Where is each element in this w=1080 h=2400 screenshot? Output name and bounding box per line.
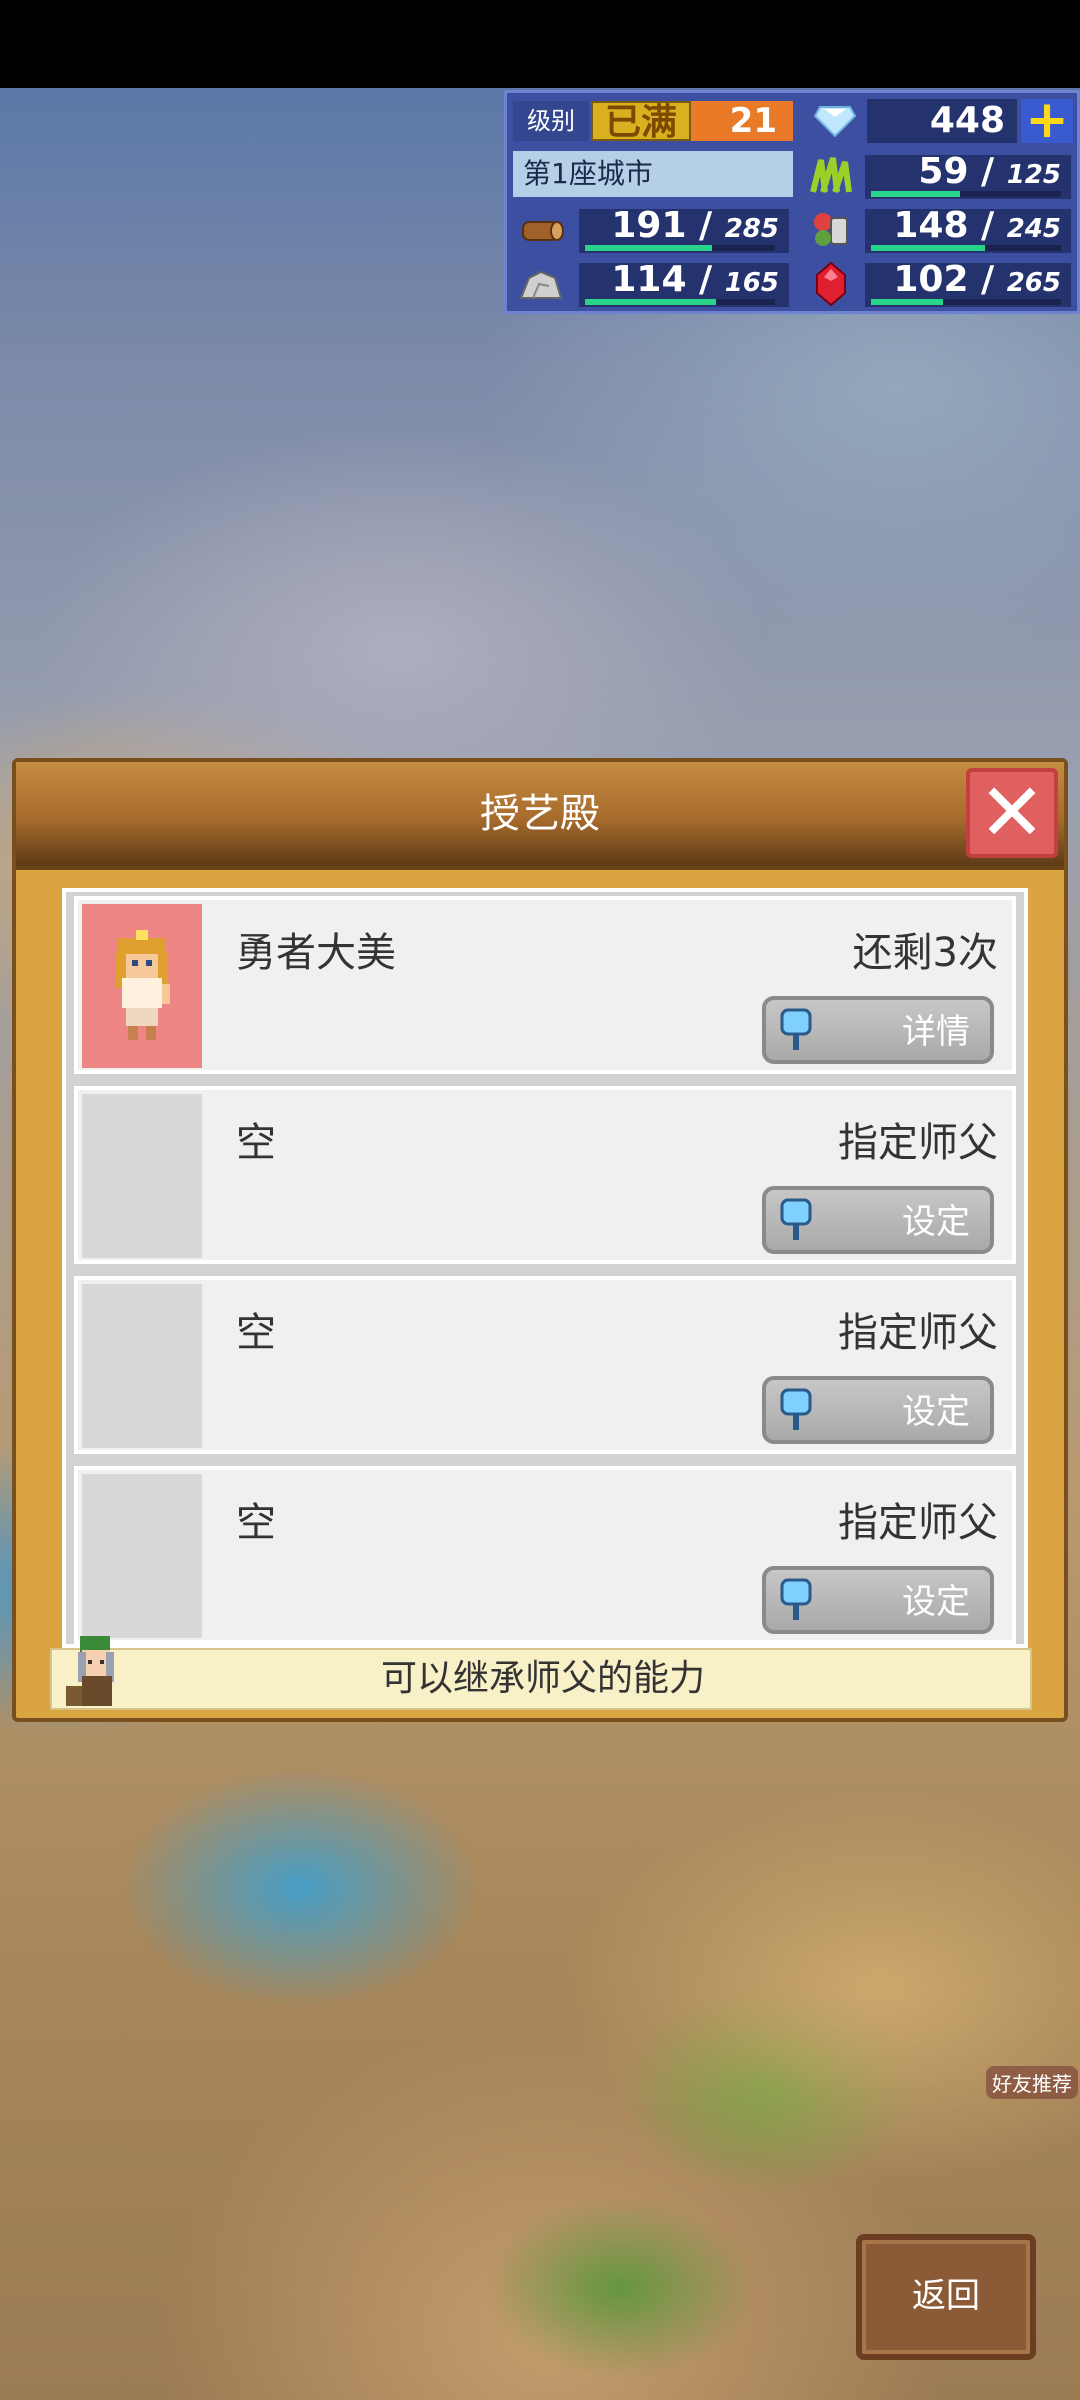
hint-text: 可以继承师父的能力	[380, 1658, 705, 1699]
grass-bar-fill	[871, 191, 960, 197]
slot-name: 空	[236, 1120, 276, 1166]
grass-max: 125	[1006, 160, 1061, 190]
mentor-slot-1[interactable]: 勇者大美 还剩3次 详情	[74, 896, 1016, 1074]
diamond-icon	[807, 99, 863, 143]
gem-count: 448	[867, 99, 1017, 143]
city-name: 第1座城市	[513, 151, 793, 197]
mentor-hall-dialog: 授艺殿 ✕ 勇者大美 还剩3次 详情 空 指定师父 设定 空 指定师父 设定 空…	[12, 758, 1068, 1722]
empty-portrait	[82, 1094, 202, 1258]
level-value: 21	[691, 101, 793, 141]
ruby-icon	[801, 259, 861, 309]
wood-max: 285	[724, 214, 779, 244]
grass-current: 59	[918, 151, 969, 192]
status-hud: 级别 已满 21 448 + 第1座城市 59 / 125 191 / 285 …	[504, 90, 1080, 314]
details-button-label: 详情	[902, 1012, 970, 1052]
set-mentor-button-label: 设定	[902, 1392, 970, 1432]
food-icon	[801, 205, 861, 255]
wood-current: 191	[611, 205, 687, 246]
resource-wood: 191 / 285	[511, 205, 795, 255]
mentor-slot-3[interactable]: 空 指定师父 设定	[74, 1276, 1016, 1454]
set-mentor-button[interactable]: 设定	[762, 1376, 994, 1444]
hint-bar: 可以继承师父的能力	[50, 1636, 1032, 1710]
wood-icon	[511, 205, 571, 255]
slot-name: 空	[236, 1310, 276, 1356]
mentor-slot-2[interactable]: 空 指定师父 设定	[74, 1086, 1016, 1264]
set-mentor-button-label: 设定	[902, 1202, 970, 1242]
resource-stone: 114 / 165	[511, 259, 795, 309]
friend-recommend-tab[interactable]: 好友推荐	[986, 2066, 1078, 2099]
stone-current: 114	[611, 259, 687, 300]
level-label: 级别	[513, 101, 589, 141]
ruby-bar-fill	[871, 299, 943, 305]
slot-name: 勇者大美	[236, 930, 396, 976]
details-button[interactable]: 详情	[762, 996, 994, 1064]
stone-bar-fill	[585, 299, 716, 305]
resource-grass: 59 / 125	[801, 151, 1077, 201]
mentor-slot-4[interactable]: 空 指定师父 设定	[74, 1466, 1016, 1644]
set-mentor-button[interactable]: 设定	[762, 1186, 994, 1254]
set-mentor-button[interactable]: 设定	[762, 1566, 994, 1634]
pin-icon	[780, 1578, 812, 1620]
mentor-slot-list: 勇者大美 还剩3次 详情 空 指定师父 设定 空 指定师父 设定 空 指定师父 …	[62, 888, 1028, 1648]
food-current: 148	[893, 205, 969, 246]
slot-name: 空	[236, 1500, 276, 1546]
pin-icon	[780, 1388, 812, 1430]
slot-status: 指定师父	[838, 1120, 998, 1166]
stone-icon	[511, 259, 571, 309]
wood-bar-fill	[585, 245, 712, 251]
pin-icon	[780, 1008, 812, 1050]
empty-portrait	[82, 1284, 202, 1448]
empty-portrait	[82, 1474, 202, 1638]
resource-food: 148 / 245	[801, 205, 1077, 255]
close-button[interactable]: ✕	[966, 768, 1058, 858]
return-button[interactable]: 返回	[856, 2234, 1036, 2360]
grass-icon	[801, 151, 861, 201]
ruby-current: 102	[893, 259, 969, 300]
hero-sprite-icon	[116, 930, 170, 1040]
slot-status: 指定师父	[838, 1500, 998, 1546]
pin-icon	[780, 1198, 812, 1240]
dialog-title: 授艺殿	[480, 791, 600, 837]
food-max: 245	[1006, 214, 1061, 244]
slot-status: 还剩3次	[852, 930, 998, 976]
level-max-badge: 已满	[591, 101, 691, 143]
set-mentor-button-label: 设定	[902, 1582, 970, 1622]
close-icon: ✕	[978, 766, 1046, 859]
slot-status: 指定师父	[838, 1310, 998, 1356]
ruby-max: 265	[1006, 268, 1061, 298]
food-bar-fill	[871, 245, 985, 251]
dialog-header: 授艺殿 ✕	[16, 762, 1064, 870]
resource-ruby: 102 / 265	[801, 259, 1077, 309]
hero-portrait	[82, 904, 202, 1068]
stone-max: 165	[724, 268, 779, 298]
add-gems-button[interactable]: +	[1021, 94, 1073, 146]
